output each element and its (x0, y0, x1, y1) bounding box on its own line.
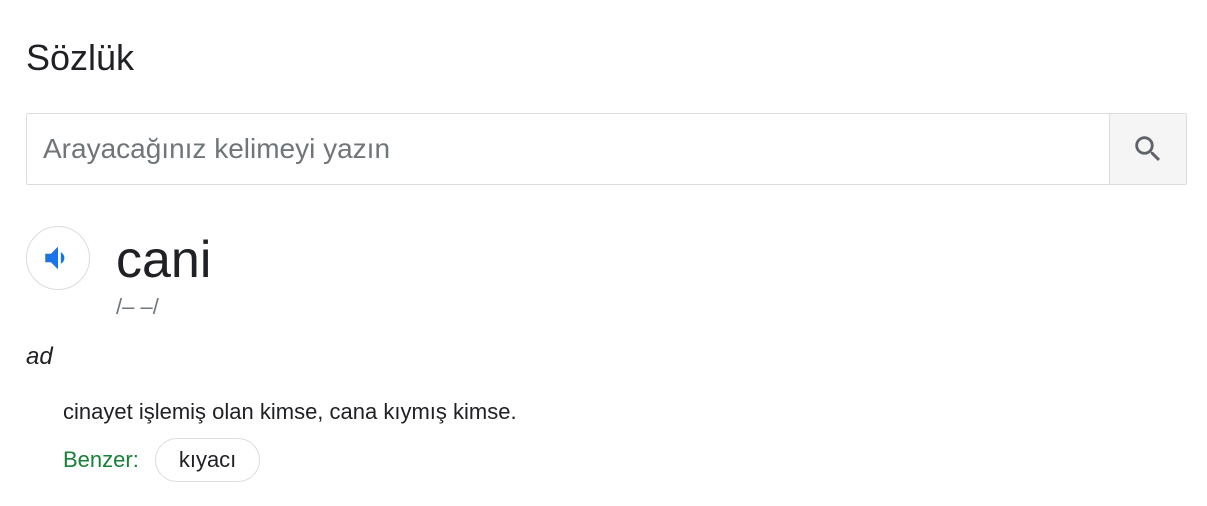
entry-word: cani (116, 231, 212, 289)
search-icon (1135, 136, 1161, 162)
search-input[interactable] (27, 114, 1109, 184)
similar-word-chip[interactable]: kıyacı (154, 438, 261, 482)
entry-phonetic: /– –/ (116, 294, 159, 319)
search-box (26, 113, 1187, 185)
definition-text: cinayet işlemiş olan kimse, cana kıymış … (63, 399, 517, 424)
similar-words-row: Benzer: kıyacı (63, 438, 261, 482)
dictionary-page: Sözlük cani /– –/ ad cinayet işlemiş ola… (0, 0, 1207, 506)
search-button[interactable] (1109, 114, 1186, 184)
pronunciation-button[interactable] (26, 226, 90, 290)
page-title: Sözlük (26, 37, 135, 78)
similar-label: Benzer: (63, 447, 139, 472)
part-of-speech: ad (26, 343, 53, 370)
speaker-icon (45, 246, 65, 270)
